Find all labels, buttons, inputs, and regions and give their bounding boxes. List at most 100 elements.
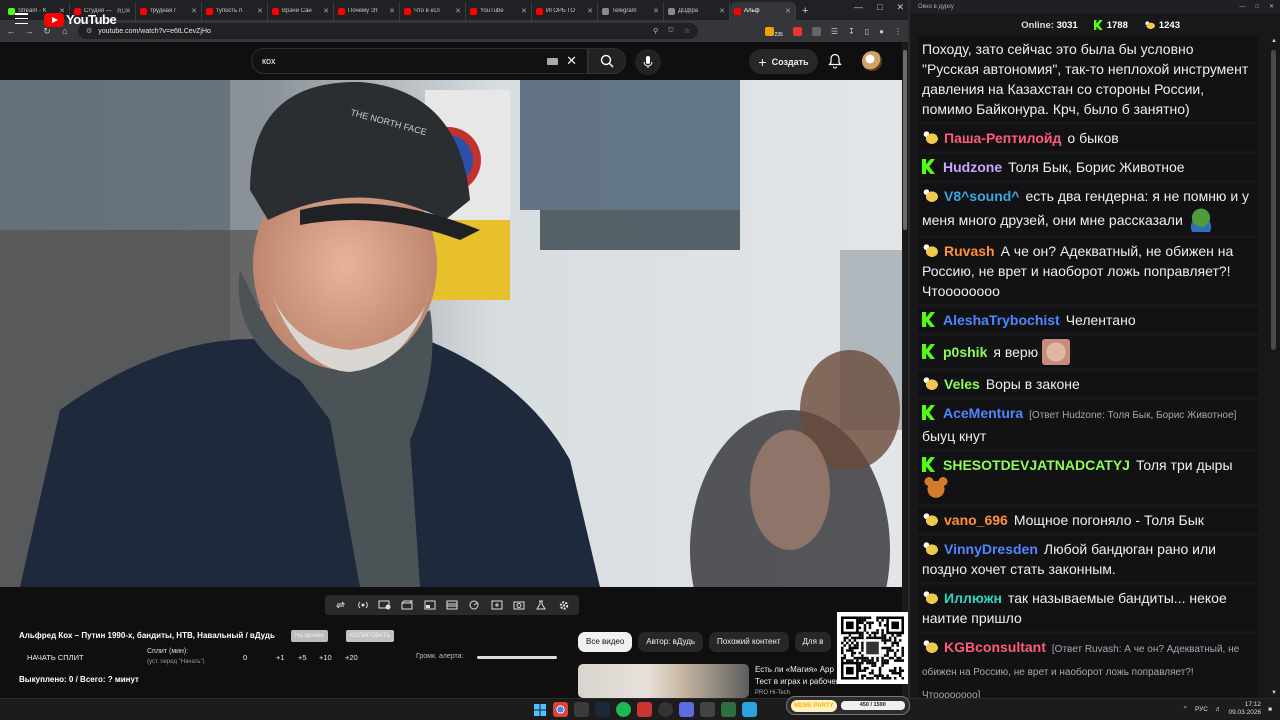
chip-similar[interactable]: Похожий контент xyxy=(709,632,789,652)
browser-tab[interactable]: трудная г ✕ xyxy=(136,2,202,20)
extension-icon[interactable] xyxy=(811,26,821,36)
browser-tab[interactable]: тупость п ✕ xyxy=(202,2,268,20)
obs-icon[interactable] xyxy=(658,702,673,717)
minimize-icon[interactable]: — xyxy=(1239,0,1245,14)
chat-username[interactable]: V8^sound^ xyxy=(944,188,1019,204)
chevron-up-icon[interactable]: ⌃ xyxy=(1183,705,1188,713)
app-icon[interactable] xyxy=(700,702,715,717)
app-icon[interactable] xyxy=(574,702,589,717)
telegram-icon[interactable] xyxy=(742,702,757,717)
screen-settings-icon[interactable] xyxy=(378,600,391,611)
profile-icon[interactable]: ● xyxy=(879,27,884,36)
chip-for-you[interactable]: Для в xyxy=(794,632,832,652)
broadcast-icon[interactable] xyxy=(356,600,369,611)
url-field[interactable]: ⚙ youtube.com/watch?v=e6tLCevZjHo ⚲ ⎋ ☆ xyxy=(78,23,698,39)
split-add-1-button[interactable]: +1 xyxy=(276,653,285,662)
steam-icon[interactable] xyxy=(595,702,610,717)
menu-icon[interactable]: ⋮ xyxy=(894,27,902,36)
tab-close-icon[interactable]: ✕ xyxy=(455,7,461,15)
tab-close-icon[interactable]: ✕ xyxy=(587,7,593,15)
gear-icon[interactable] xyxy=(557,600,570,611)
chat-username[interactable]: Паша-Рептилойд xyxy=(944,130,1061,146)
tab-close-icon[interactable]: ✕ xyxy=(389,7,395,15)
tab-close-icon[interactable]: ✕ xyxy=(653,7,659,15)
close-icon[interactable]: ✕ xyxy=(1269,0,1274,14)
chat-username[interactable]: AceMentura xyxy=(943,405,1023,421)
scroll-up-icon[interactable]: ▲ xyxy=(1271,38,1277,44)
reload-icon[interactable]: ↻ xyxy=(42,26,52,37)
extension-icon[interactable] xyxy=(764,26,774,36)
minimize-icon[interactable]: — xyxy=(854,2,863,13)
chat-username[interactable]: KGBconsultant xyxy=(944,639,1046,655)
keyboard-icon[interactable] xyxy=(547,57,559,65)
app-icon[interactable] xyxy=(637,702,652,717)
chip-author[interactable]: Автор: вДудь xyxy=(638,632,704,652)
chat-username[interactable]: Ruvash xyxy=(944,243,995,259)
browser-tab[interactable]: Почему Эт ✕ xyxy=(334,2,400,20)
puzzle-icon[interactable]: ☰ xyxy=(831,27,838,36)
bookmark-star-icon[interactable]: ☆ xyxy=(684,27,690,35)
start-split-button[interactable]: НАЧАТЬ СПЛИТ xyxy=(27,653,84,662)
tab-close-icon[interactable]: ✕ xyxy=(785,7,791,15)
language-indicator[interactable]: РУС xyxy=(1195,706,1208,713)
create-button[interactable]: + Создать xyxy=(749,49,818,74)
sidebar-icon[interactable]: ▯ xyxy=(865,27,869,36)
hamburger-menu-icon[interactable] xyxy=(15,13,28,24)
split-add-5-button[interactable]: +5 xyxy=(298,653,307,662)
youtube-logo[interactable]: YouTube RU xyxy=(44,9,126,27)
windows-start-icon[interactable] xyxy=(532,702,547,717)
tab-close-icon[interactable]: ✕ xyxy=(125,7,131,15)
speed-icon[interactable] xyxy=(468,600,481,611)
pip-icon[interactable] xyxy=(423,600,436,611)
search-button[interactable] xyxy=(588,48,626,74)
chat-username[interactable]: VinnyDresden xyxy=(944,541,1038,557)
forward-icon[interactable]: → xyxy=(24,26,34,36)
chat-scrollbar[interactable]: ▲ ▼ xyxy=(1268,36,1280,698)
search-input[interactable]: кох ✕ xyxy=(251,48,588,74)
notifications-icon[interactable]: ■ xyxy=(1268,706,1272,713)
split-value-0[interactable]: 0 xyxy=(243,653,247,662)
browser-tab[interactable]: YouTube ✕ xyxy=(466,2,532,20)
scroll-thumb[interactable] xyxy=(1271,50,1276,350)
tab-close-icon[interactable]: ✕ xyxy=(323,7,329,15)
add-screen-icon[interactable] xyxy=(490,600,503,611)
film-icon[interactable] xyxy=(445,600,458,611)
chat-username[interactable]: AleshaTrybochist xyxy=(943,312,1060,328)
scroll-down-icon[interactable]: ▼ xyxy=(1271,690,1277,696)
speaker-icon[interactable]: ♬ xyxy=(1215,706,1222,713)
maximize-icon[interactable]: □ xyxy=(877,2,882,13)
split-add-20-button[interactable]: +20 xyxy=(345,653,358,662)
browser-tab[interactable]: Telegram ✕ xyxy=(598,2,664,20)
chrome-icon[interactable] xyxy=(553,702,568,717)
media-icon[interactable] xyxy=(679,702,694,717)
chat-username[interactable]: Иллюжн xyxy=(944,590,1002,606)
maximize-icon[interactable]: □ xyxy=(1255,0,1259,14)
chat-message-list[interactable]: Походу, зато сейчас это была бы условно … xyxy=(910,36,1266,698)
share-icon[interactable]: ⎋ xyxy=(668,27,674,35)
video-player[interactable]: THE NORTH FACE xyxy=(0,80,902,587)
spotify-icon[interactable] xyxy=(616,702,631,717)
tab-close-icon[interactable]: ✕ xyxy=(191,7,197,15)
copy-button[interactable]: КОПИРОВАТЬ xyxy=(346,630,395,642)
chip-all-videos[interactable]: Все видео xyxy=(578,632,633,652)
split-add-10-button[interactable]: +10 xyxy=(319,653,332,662)
tab-close-icon[interactable]: ✕ xyxy=(521,7,527,15)
browser-tab[interactable]: Альф ✕ xyxy=(730,2,796,20)
chat-username[interactable]: Veles xyxy=(944,376,980,392)
loop-icon[interactable] xyxy=(334,600,347,611)
notifications-bell-icon[interactable] xyxy=(828,53,842,69)
zoom-icon[interactable]: ⚲ xyxy=(653,27,658,35)
clock[interactable]: 17:12 09.03.2026 xyxy=(1229,701,1262,717)
extension-icon[interactable] xyxy=(792,26,802,36)
app-icon[interactable] xyxy=(721,702,736,717)
clapper-icon[interactable] xyxy=(401,600,414,611)
tab-close-icon[interactable]: ✕ xyxy=(719,7,725,15)
recommended-thumbnail[interactable] xyxy=(578,664,749,698)
browser-tab[interactable]: ИГОРЬ ГО ✕ xyxy=(532,2,598,20)
new-tab-button[interactable]: + xyxy=(796,2,814,20)
chat-username[interactable]: SHESOTDEVJATNADCATYJ xyxy=(943,457,1130,473)
back-icon[interactable]: ← xyxy=(6,26,16,36)
chat-username[interactable]: Hudzone xyxy=(943,159,1002,175)
archive-button[interactable]: На архиве xyxy=(291,630,328,642)
browser-tab[interactable]: ДЦфра ✕ xyxy=(664,2,730,20)
